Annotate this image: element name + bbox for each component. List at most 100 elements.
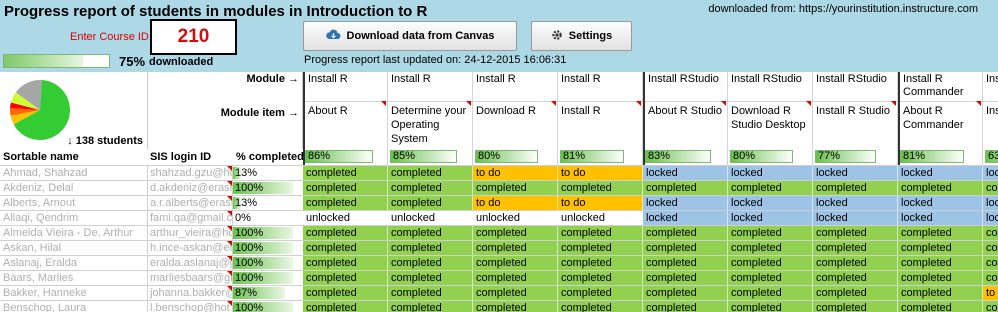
module-status-cell[interactable]: completed [473,301,558,312]
table-row[interactable]: Ahmad, Shahzad shahzad.gzu@hot 13% complete… [0,165,998,181]
module-status-cell[interactable]: completed [813,286,898,301]
module-status-cell[interactable]: completed [558,226,643,241]
module-status-cell[interactable]: completed [473,271,558,286]
module-status-cell[interactable]: completed [728,256,813,271]
module-status-cell[interactable]: completed [813,271,898,286]
module-status-cell[interactable]: completed [388,181,473,196]
module-status-cell[interactable]: completed [473,286,558,301]
module-status-cell[interactable]: com [983,301,998,312]
table-row[interactable]: Alberts, Arnout a.r.alberts@erasm 13% compl… [0,195,998,211]
module-status-cell[interactable]: unlocked [473,211,558,226]
module-status-cell[interactable]: completed [643,301,728,312]
module-status-cell[interactable]: com [983,226,998,241]
module-status-cell[interactable]: to do [558,166,643,181]
module-status-cell[interactable]: locked [728,211,813,226]
module-status-cell[interactable]: completed [303,226,388,241]
module-status-cell[interactable]: completed [303,286,388,301]
module-status-cell[interactable]: locked [898,196,983,211]
module-status-cell[interactable]: completed [728,181,813,196]
module-status-cell[interactable]: com [983,271,998,286]
module-status-cell[interactable]: locked [898,166,983,181]
module-status-cell[interactable]: completed [558,241,643,256]
module-status-cell[interactable]: completed [388,196,473,211]
module-status-cell[interactable]: completed [388,301,473,312]
module-status-cell[interactable]: locked [643,166,728,181]
module-status-cell[interactable]: completed [303,301,388,312]
module-status-cell[interactable]: completed [898,271,983,286]
module-status-cell[interactable]: completed [813,241,898,256]
module-status-cell[interactable]: unlocked [303,211,388,226]
module-status-cell[interactable]: unlocked [388,211,473,226]
module-status-cell[interactable]: loc [983,196,998,211]
module-status-cell[interactable]: completed [643,256,728,271]
module-status-cell[interactable]: completed [473,226,558,241]
module-status-cell[interactable]: loc [983,211,998,226]
module-status-cell[interactable]: com [983,241,998,256]
module-status-cell[interactable]: to do [558,196,643,211]
module-status-cell[interactable]: completed [558,286,643,301]
module-status-cell[interactable]: completed [558,181,643,196]
table-row[interactable]: Allaqi, Qendrim fami.qa@gmail.co 0% unlocke… [0,210,998,226]
module-status-cell[interactable]: loc [983,166,998,181]
module-status-cell[interactable]: completed [558,271,643,286]
module-status-cell[interactable]: completed [303,241,388,256]
module-status-cell[interactable]: com [983,181,998,196]
module-status-cell[interactable]: completed [728,286,813,301]
settings-button[interactable]: Settings [531,21,632,51]
table-row[interactable]: Askan, Hilal h.ince-askan@era 100% complete… [0,240,998,256]
module-status-cell[interactable]: completed [728,301,813,312]
module-status-cell[interactable]: completed [473,181,558,196]
module-status-cell[interactable]: completed [898,286,983,301]
module-status-cell[interactable]: completed [728,241,813,256]
module-status-cell[interactable]: completed [813,181,898,196]
module-status-cell[interactable]: completed [388,226,473,241]
module-status-cell[interactable]: locked [728,166,813,181]
module-status-cell[interactable]: completed [643,271,728,286]
module-status-cell[interactable]: unlocked [558,211,643,226]
module-status-cell[interactable]: completed [728,226,813,241]
module-status-cell[interactable]: completed [643,226,728,241]
table-row[interactable]: Aslanaj, Eraldaeralda.aslanaj@gm100% comp… [0,255,998,271]
module-status-cell[interactable]: locked [813,166,898,181]
module-status-cell[interactable]: locked [898,211,983,226]
download-data-button[interactable]: Download data from Canvas [303,21,517,51]
module-status-cell[interactable]: completed [728,271,813,286]
module-status-cell[interactable]: completed [643,241,728,256]
module-status-cell[interactable]: completed [473,256,558,271]
module-status-cell[interactable]: completed [813,226,898,241]
module-status-cell[interactable]: locked [643,196,728,211]
module-status-cell[interactable]: to d [983,286,998,301]
module-status-cell[interactable]: completed [473,241,558,256]
module-status-cell[interactable]: completed [558,256,643,271]
module-status-cell[interactable]: completed [898,181,983,196]
module-status-cell[interactable]: completed [303,256,388,271]
module-status-cell[interactable]: completed [898,241,983,256]
table-row[interactable]: Benschop, Laura l.benschop@hot 100% complet… [0,300,998,312]
module-status-cell[interactable]: completed [388,241,473,256]
module-status-cell[interactable]: completed [558,301,643,312]
module-status-cell[interactable]: locked [813,211,898,226]
module-status-cell[interactable]: completed [813,301,898,312]
module-status-cell[interactable]: completed [898,226,983,241]
table-row[interactable]: Almeida Vieira - De, Arthur arthur_vieira… [0,225,998,241]
module-status-cell[interactable]: completed [303,271,388,286]
module-status-cell[interactable]: completed [388,166,473,181]
module-status-cell[interactable]: com [983,256,998,271]
module-status-cell[interactable]: completed [388,286,473,301]
table-row[interactable]: Baars, Marliesmarliesbaars@gma100% comple… [0,270,998,286]
table-row[interactable]: Akdeniz, Delald.akdeniz@erasmus100% compl… [0,180,998,196]
module-status-cell[interactable]: completed [643,181,728,196]
module-status-cell[interactable]: to do [473,166,558,181]
module-status-cell[interactable]: to do [473,196,558,211]
module-status-cell[interactable]: locked [643,211,728,226]
course-id-input[interactable]: 210 [150,19,237,55]
module-status-cell[interactable]: completed [898,256,983,271]
module-status-cell[interactable]: completed [388,271,473,286]
module-status-cell[interactable]: completed [898,301,983,312]
module-status-cell[interactable]: locked [813,196,898,211]
module-status-cell[interactable]: locked [728,196,813,211]
module-status-cell[interactable]: completed [303,196,388,211]
module-status-cell[interactable]: completed [643,286,728,301]
table-row[interactable]: Bakker, Hanneke johanna.bakker@ 87% complet… [0,285,998,301]
module-status-cell[interactable]: completed [388,256,473,271]
